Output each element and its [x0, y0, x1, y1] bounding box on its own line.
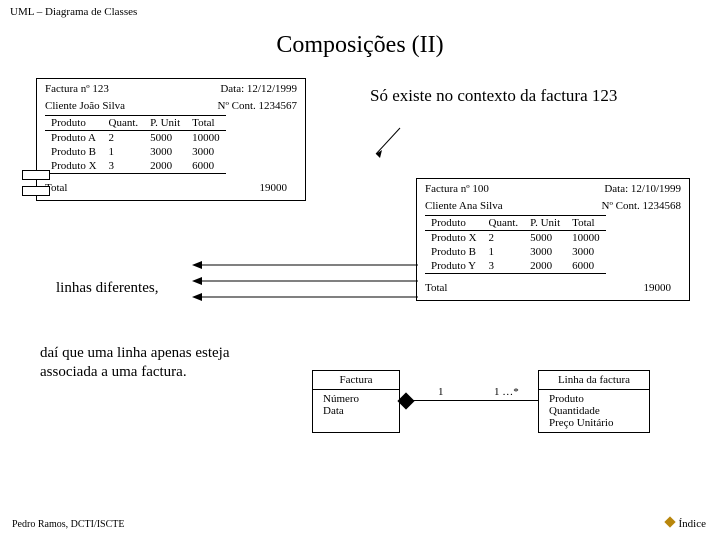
- invoice-left-client: Cliente João Silva: [45, 100, 125, 112]
- col-produto: Produto: [425, 216, 483, 231]
- invoice-left-date: Data: 12/12/1999: [220, 83, 297, 95]
- invoice-right-number: Factura nº 100: [425, 183, 489, 195]
- invoice-right-cont: Nº Cont. 1234568: [602, 200, 682, 212]
- invoice-left-cont: Nº Cont. 1234567: [218, 100, 298, 112]
- page-header: UML – Diagrama de Classes: [10, 6, 137, 18]
- invoice-left: Factura nº 123 Data: 12/12/1999 Cliente …: [36, 78, 306, 201]
- composition-diamond-icon: [398, 393, 415, 410]
- table-row: Produto Y320006000: [425, 259, 606, 274]
- invoice-right-date: Data: 12/10/1999: [604, 183, 681, 195]
- col-total: Total: [186, 116, 226, 131]
- page: UML – Diagrama de Classes Composições (I…: [0, 0, 720, 540]
- table-row: Produto X2500010000: [425, 231, 606, 246]
- note-bottom: daí que uma linha apenas esteja associad…: [40, 344, 270, 382]
- uml-class-attrs: Produto Quantidade Preço Unitário: [539, 390, 649, 432]
- footer-right-label: Índice: [679, 518, 706, 530]
- col-produto: Produto: [45, 116, 103, 131]
- col-total: Total: [566, 216, 606, 231]
- page-title: Composições (II): [0, 32, 720, 59]
- uml-mult-right: 1 …*: [494, 386, 519, 398]
- table-row: Produto X320006000: [45, 159, 226, 174]
- arrow-down-icon: [370, 128, 410, 167]
- invoice-left-number: Factura nº 123: [45, 83, 109, 95]
- arrow-left-icon: [192, 290, 420, 308]
- invoice-right-foot-total: 19000: [644, 282, 676, 294]
- bullet-icon: [664, 516, 675, 527]
- note-mid: linhas diferentes,: [56, 280, 158, 297]
- invoice-right-client: Cliente Ana Silva: [425, 200, 503, 212]
- col-quant: Quant.: [483, 216, 525, 231]
- footer-left: Pedro Ramos, DCTI/ISCTE: [12, 519, 125, 530]
- invoice-right: Factura nº 100 Data: 12/10/1999 Cliente …: [416, 178, 690, 301]
- col-punit: P. Unit: [144, 116, 186, 131]
- note-top: Só existe no contexto da factura 123: [370, 86, 620, 106]
- uml-class-linha: Linha da factura Produto Quantidade Preç…: [538, 370, 650, 433]
- uml-association-line: [410, 400, 538, 401]
- uml-mult-left: 1: [438, 386, 444, 398]
- uml-class-name: Linha da factura: [539, 371, 649, 390]
- uml-class-attrs: Número Data: [313, 390, 399, 432]
- uml-class-name: Factura: [313, 371, 399, 390]
- invoice-left-table: Produto Quant. P. Unit Total Produto A25…: [45, 115, 226, 176]
- footer-right-link[interactable]: Índice: [666, 518, 706, 530]
- invoice-right-foot-label: Total: [425, 282, 447, 294]
- pointer-tick: [22, 186, 50, 196]
- invoice-left-foot-total: 19000: [260, 182, 292, 194]
- table-row: Produto B130003000: [45, 145, 226, 159]
- col-punit: P. Unit: [524, 216, 566, 231]
- uml-class-factura: Factura Número Data: [312, 370, 400, 433]
- col-quant: Quant.: [103, 116, 145, 131]
- table-row: Produto A2500010000: [45, 131, 226, 146]
- pointer-tick: [22, 170, 50, 180]
- invoice-right-table: Produto Quant. P. Unit Total Produto X25…: [425, 215, 606, 276]
- table-row: Produto B130003000: [425, 245, 606, 259]
